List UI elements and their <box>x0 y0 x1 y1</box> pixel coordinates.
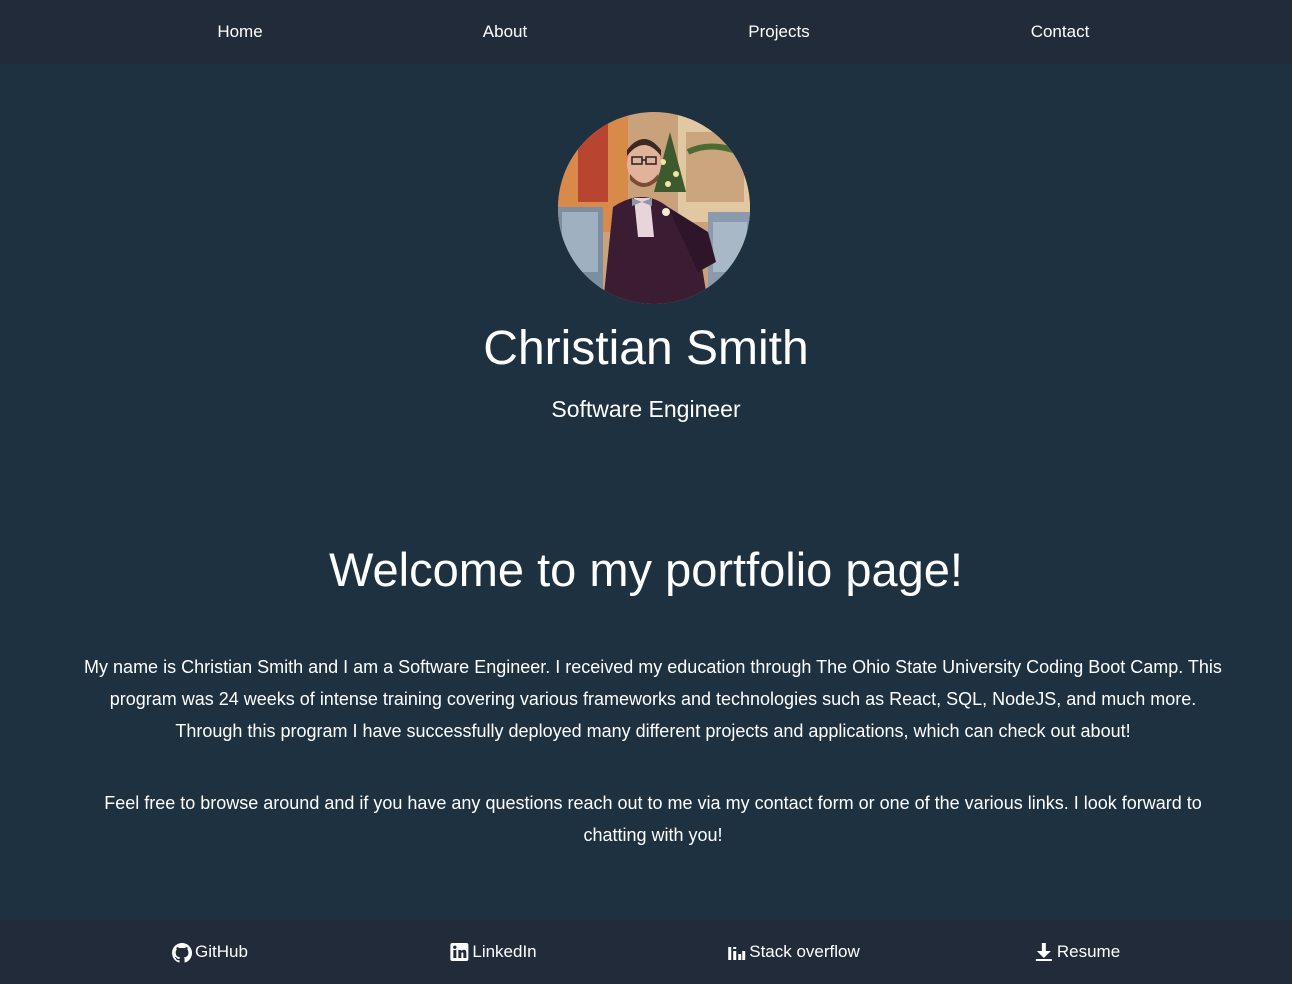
footer-links: GitHub LinkedIn Stack overflow Resume <box>0 920 1292 984</box>
linkedin-label: LinkedIn <box>472 942 537 961</box>
download-icon <box>1034 942 1054 962</box>
github-icon <box>172 942 193 963</box>
profile-photo <box>558 112 750 304</box>
portfolio-page: Home About Projects Contact Christian Sm… <box>0 0 1292 984</box>
resume-label: Resume <box>1056 942 1121 961</box>
welcome-heading: Welcome to my portfolio page! <box>329 543 963 596</box>
intro-paragraph: My name is Christian Smith and I am a So… <box>84 657 1222 741</box>
stack-overflow-label: Stack overflow <box>749 942 860 961</box>
linkedin-link[interactable]: LinkedIn <box>449 920 537 984</box>
resume-download-link[interactable]: Resume <box>1034 920 1120 984</box>
linkedin-icon <box>449 942 469 962</box>
hero-name: Christian Smith <box>483 322 809 375</box>
github-label: GitHub <box>195 942 248 961</box>
nav-link-contact[interactable]: Contact <box>1031 0 1090 64</box>
contact-paragraph: Feel free to browse around and if you ha… <box>104 793 1202 845</box>
github-link[interactable]: GitHub <box>172 920 248 984</box>
nav-link-about[interactable]: About <box>483 0 527 64</box>
top-navigation: Home About Projects Contact <box>0 0 1292 64</box>
hero-role: Software Engineer <box>551 396 741 422</box>
nav-link-home[interactable]: Home <box>217 0 262 64</box>
stack-overflow-icon <box>726 942 746 962</box>
nav-link-projects[interactable]: Projects <box>748 0 809 64</box>
stack-overflow-link[interactable]: Stack overflow <box>726 920 860 984</box>
